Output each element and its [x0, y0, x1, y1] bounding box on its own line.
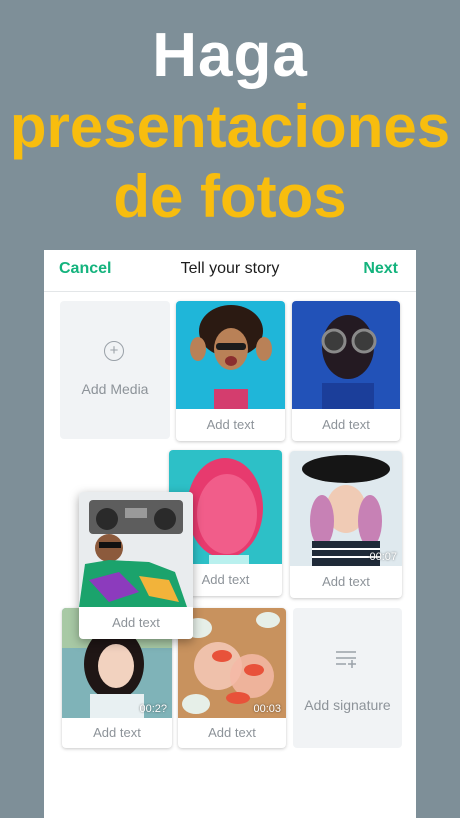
headline-line-1: Haga [152, 21, 308, 90]
top-nav-bar: Cancel Tell your story Next [44, 250, 416, 292]
add-signature-label: Add signature [304, 697, 391, 713]
plus-icon: + [104, 341, 124, 361]
headline-line-2: presentaciones [9, 93, 451, 160]
add-signature-button[interactable]: Add signature [293, 608, 402, 748]
media-card-2[interactable]: Add text [292, 301, 400, 441]
video-duration: 00:2? [139, 703, 167, 715]
card-caption[interactable]: Add text [176, 409, 285, 441]
add-signature-icon [336, 651, 356, 668]
media-card-4[interactable]: 00:07 Add text [290, 451, 402, 598]
story-editor-screen: Cancel Tell your story Next + Add Media … [44, 250, 416, 818]
media-card-1[interactable]: Add text [176, 301, 285, 441]
add-media-button[interactable]: + Add Media [60, 301, 170, 439]
next-button[interactable]: Next [363, 260, 398, 278]
video-thumbnail: 00:03 [178, 608, 286, 718]
card-caption[interactable]: Add text [79, 607, 193, 639]
media-card-6[interactable]: 00:03 Add text [178, 608, 286, 748]
card-caption[interactable]: Add text [292, 409, 400, 441]
media-card-dragging[interactable]: Add text [79, 492, 193, 639]
screen-title: Tell your story [180, 260, 280, 277]
card-caption[interactable]: Add text [62, 718, 172, 748]
video-duration: 00:07 [369, 551, 397, 563]
card-caption[interactable]: Add text [178, 718, 286, 748]
photo-thumbnail [176, 301, 285, 409]
card-caption[interactable]: Add text [290, 566, 402, 598]
video-duration: 00:03 [253, 703, 281, 715]
add-media-label: Add Media [81, 381, 149, 397]
photo-thumbnail [79, 492, 193, 607]
photo-thumbnail [292, 301, 400, 409]
video-thumbnail: 00:07 [290, 451, 402, 566]
headline-line-3: de fotos [113, 163, 347, 230]
